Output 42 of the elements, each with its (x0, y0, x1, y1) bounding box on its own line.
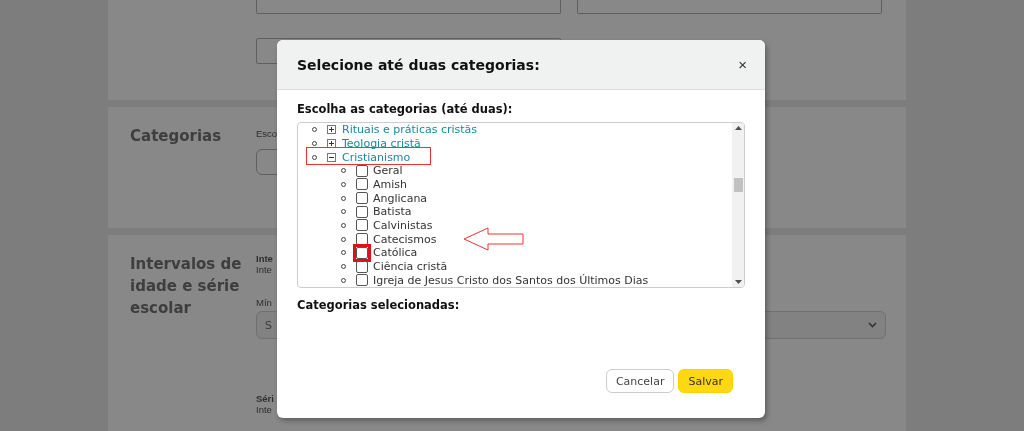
category-label[interactable]: Batista (373, 205, 412, 219)
field-label: Inte (256, 404, 272, 415)
field-label: Inte (256, 264, 272, 275)
category-label[interactable]: Geral (373, 164, 403, 178)
checkbox[interactable] (356, 205, 368, 218)
checkbox[interactable] (356, 219, 368, 232)
category-label[interactable]: Ciência cristã (373, 260, 448, 274)
category-label[interactable]: Catecismos (373, 232, 437, 246)
close-button[interactable]: × (738, 56, 747, 73)
dialog-title: Selecione até duas categorias: (297, 56, 540, 73)
field-label: Mín (256, 297, 272, 308)
text-field[interactable] (577, 0, 882, 14)
expand-icon[interactable] (327, 125, 336, 135)
checkbox[interactable] (356, 178, 368, 191)
collapse-icon[interactable] (327, 152, 336, 162)
selected-heading: Categorias selecionadas: (297, 298, 461, 312)
category-link[interactable]: Teologia cristã (340, 137, 423, 150)
chevron-down-icon (868, 322, 877, 328)
cancel-button[interactable]: Cancelar (605, 369, 675, 393)
tree-label: Escolha as categorias (até duas): (297, 102, 514, 116)
category-link[interactable]: Rituais e práticas cristãs (340, 123, 480, 137)
section-title: Categorias (130, 126, 223, 147)
text-field[interactable] (256, 0, 561, 14)
checkbox[interactable] (356, 233, 368, 246)
checkbox[interactable] (356, 192, 368, 205)
checkbox[interactable] (356, 274, 368, 287)
category-label[interactable]: Anglicana (373, 191, 428, 205)
category-label[interactable]: Amish (373, 177, 407, 191)
category-label[interactable]: Calvinistas (373, 218, 433, 232)
field-heading: Inte (256, 253, 273, 264)
expand-icon[interactable] (327, 139, 336, 148)
section-title: Intervalos de idade e série escolar (130, 254, 243, 319)
category-label[interactable]: Católica (373, 246, 418, 260)
field-label: Esco (256, 128, 278, 139)
save-button[interactable]: Salvar (678, 369, 733, 393)
scroll-up-icon[interactable] (734, 126, 742, 130)
arrow-icon (463, 227, 525, 251)
field-heading: Séri (256, 393, 274, 404)
scroll-down-icon[interactable] (734, 280, 742, 284)
category-link[interactable]: Cristianismo (340, 150, 413, 164)
scrollbar-thumb[interactable] (733, 178, 743, 192)
category-label[interactable]: Igreja de Jesus Cristo dos Santos dos Últimos Dias (373, 273, 649, 287)
